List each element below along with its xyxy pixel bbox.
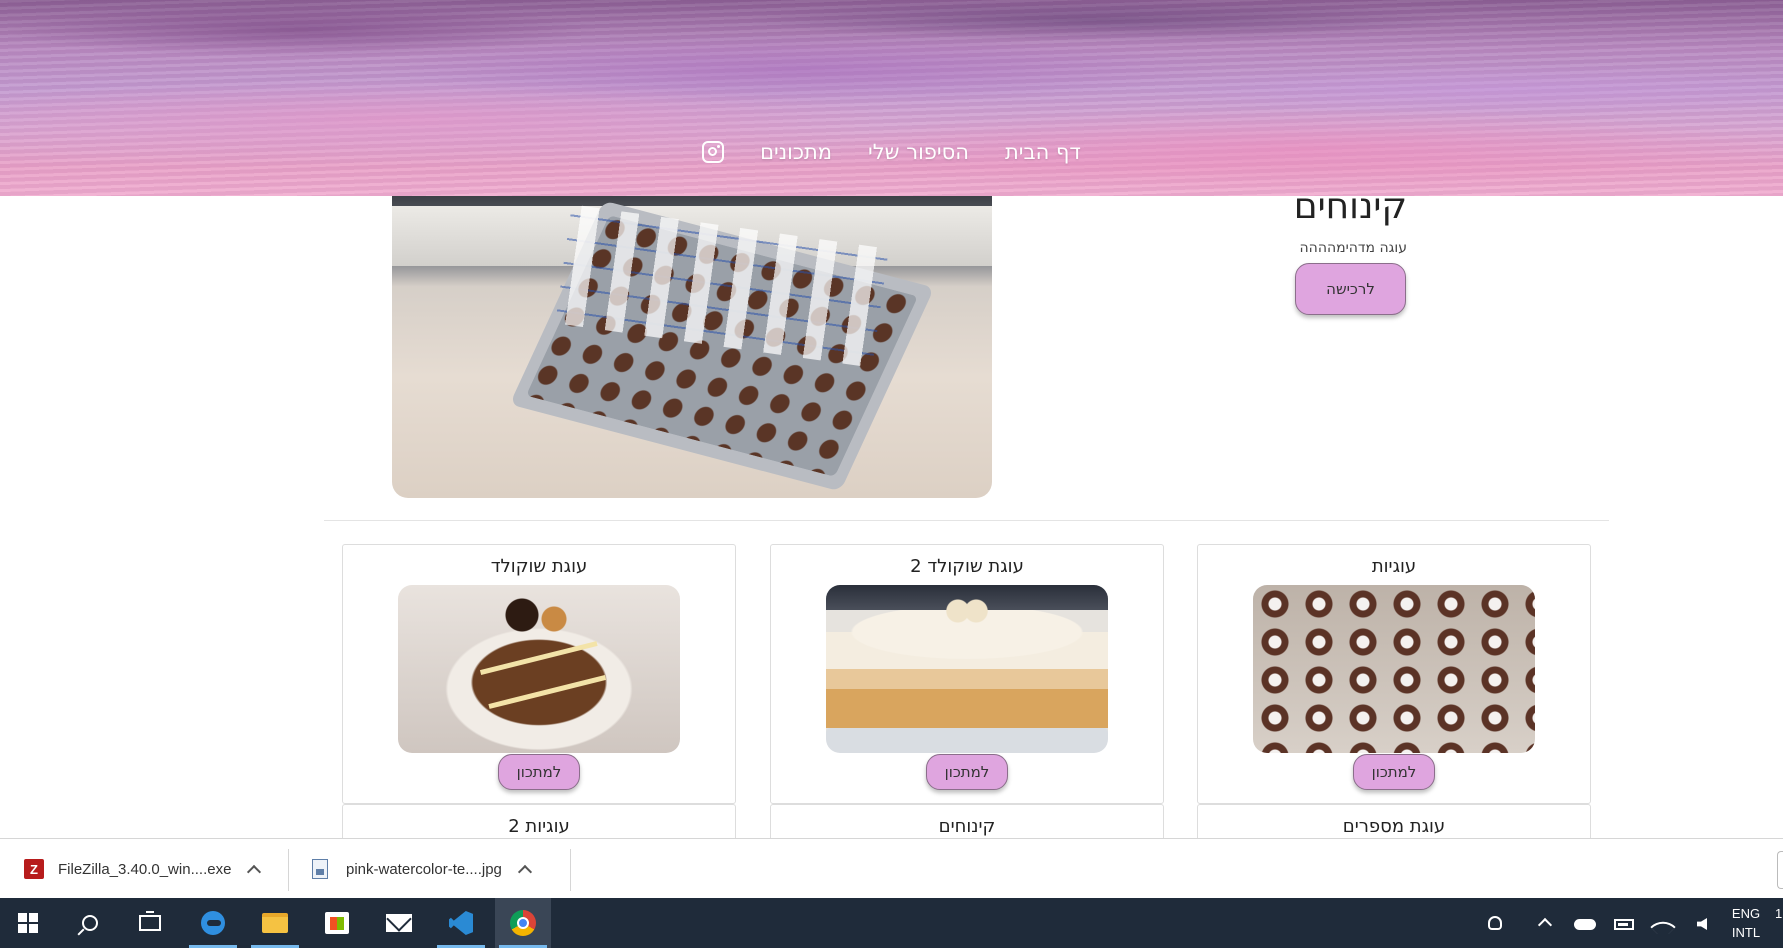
edge-browser-icon <box>201 911 225 935</box>
cake-lettering <box>479 641 607 709</box>
buy-button[interactable]: לרכישה <box>1295 263 1406 315</box>
cake-decoration <box>944 599 990 623</box>
recipe-card-image <box>1253 585 1535 753</box>
store-icon <box>325 912 349 934</box>
filezilla-icon: Z <box>24 859 44 879</box>
recipe-card-title: עוגת מספרים <box>1342 816 1446 837</box>
language-layout: INTL <box>1731 925 1761 940</box>
task-view-icon <box>139 911 161 931</box>
recipe-card-title: קינוחים <box>938 816 996 837</box>
recipe-card-title: עוגיות <box>1371 556 1417 577</box>
to-recipe-button[interactable]: למתכון <box>1353 754 1435 790</box>
vscode-icon <box>449 911 473 935</box>
downloads-bar: Z FileZilla_3.40.0_win....exe pink-water… <box>0 838 1783 898</box>
taskbar-file-explorer[interactable] <box>247 898 303 948</box>
people-icon[interactable] <box>1488 916 1502 930</box>
wifi-icon[interactable] <box>1650 914 1676 940</box>
chevron-up-icon[interactable] <box>517 864 532 880</box>
windows-taskbar: ENG INTL 1 <box>0 898 1783 948</box>
main-nav: דף הבית הסיפור שלי מתכונים <box>0 140 1783 164</box>
downloads-separator <box>570 849 571 891</box>
language-code: ENG <box>1731 906 1761 921</box>
taskbar-vscode[interactable] <box>433 898 489 948</box>
search-icon <box>82 915 98 931</box>
chrome-icon <box>510 910 536 936</box>
downloads-separator <box>288 849 289 891</box>
show-all-downloads-edge[interactable] <box>1777 851 1783 889</box>
chevron-up-icon[interactable] <box>1537 917 1553 933</box>
download-item-filezilla[interactable]: Z FileZilla_3.40.0_win....exe <box>24 839 262 899</box>
volume-icon[interactable] <box>1697 918 1707 930</box>
jpg-file-icon <box>312 859 328 879</box>
start-button[interactable] <box>0 898 56 948</box>
featured-image <box>392 196 992 498</box>
windows-logo-icon <box>18 913 38 933</box>
taskbar-edge[interactable] <box>185 898 241 948</box>
recipe-card-cookies: עוגיות למתכון <box>1197 544 1591 804</box>
to-recipe-button[interactable]: למתכון <box>926 754 1008 790</box>
instagram-icon[interactable] <box>702 141 725 163</box>
header-banner: דף הבית הסיפור שלי מתכונים <box>0 0 1783 196</box>
taskbar-chrome[interactable] <box>495 898 551 948</box>
download-item-jpg[interactable]: pink-watercolor-te....jpg <box>312 839 532 899</box>
recipe-card-image <box>826 585 1108 753</box>
recipe-card-chocolate-cake-2: עוגת שוקולד 2 למתכון <box>770 544 1164 804</box>
recipe-card-title: עוגת שוקולד 2 <box>910 556 1024 577</box>
battery-icon[interactable] <box>1614 919 1634 930</box>
cake-decoration <box>498 595 578 635</box>
nav-recipes-link[interactable]: מתכונים <box>760 140 832 164</box>
input-language[interactable]: ENG INTL <box>1726 904 1766 942</box>
download-filename: pink-watercolor-te....jpg <box>346 860 502 878</box>
featured-title: קינוחים <box>1293 186 1407 227</box>
nav-my-story-link[interactable]: הסיפור שלי <box>868 140 969 164</box>
chevron-up-icon[interactable] <box>247 864 262 880</box>
recipe-card-title: עוגיות 2 <box>508 816 570 837</box>
featured-subtitle: עוגה מדהימהההה <box>1299 240 1407 256</box>
search-button[interactable] <box>62 898 118 948</box>
to-recipe-button[interactable]: למתכון <box>498 754 580 790</box>
task-view-button[interactable] <box>122 898 178 948</box>
recipe-card-title: עוגת שוקולד <box>490 556 588 577</box>
recipe-card-image <box>398 585 680 753</box>
download-filename: FileZilla_3.40.0_win....exe <box>58 860 232 878</box>
section-divider <box>324 520 1609 521</box>
taskbar-mail[interactable] <box>371 898 427 948</box>
clock-partial[interactable]: 1 <box>1775 904 1782 923</box>
taskbar-store[interactable] <box>309 898 365 948</box>
onedrive-cloud-icon[interactable] <box>1574 919 1596 930</box>
folder-icon <box>262 913 288 933</box>
mail-icon <box>386 914 412 932</box>
recipe-card-chocolate-cake: עוגת שוקולד למתכון <box>342 544 736 804</box>
nav-home-link[interactable]: דף הבית <box>1005 140 1081 164</box>
